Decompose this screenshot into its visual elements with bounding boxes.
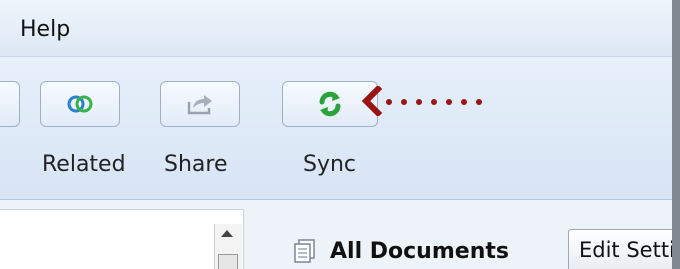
- app-window: Help Related Share Sync All Documents Ed…: [0, 0, 680, 269]
- scroll-up-arrow-icon[interactable]: [221, 230, 233, 237]
- related-button[interactable]: [40, 81, 120, 127]
- annotation-dot: [401, 99, 407, 105]
- annotation-dot: [431, 99, 437, 105]
- share-arrow-icon: [187, 95, 212, 115]
- scroll-thumb[interactable]: [218, 254, 238, 269]
- annotation-dot: [416, 99, 422, 105]
- sync-label: Sync: [303, 152, 357, 177]
- menu-bar: Help: [0, 0, 680, 57]
- menu-help[interactable]: Help: [20, 16, 70, 44]
- annotation-dot: [476, 99, 482, 105]
- annotation-dot: [386, 99, 392, 105]
- annotation-dot: [461, 99, 467, 105]
- share-button[interactable]: [160, 81, 240, 127]
- toolbar-button-partial[interactable]: [0, 81, 20, 127]
- annotation-dot: [446, 99, 452, 105]
- documents-icon: [294, 239, 315, 263]
- sync-icon: [319, 91, 341, 117]
- sidebar-panel: [0, 209, 244, 269]
- annotation-arrowhead-icon: [361, 86, 383, 116]
- collection-title: All Documents: [330, 239, 509, 264]
- share-label: Share: [164, 152, 228, 177]
- window-edge: [672, 0, 680, 269]
- sidebar-scrollbar[interactable]: [214, 224, 242, 269]
- edit-settings-button[interactable]: Edit Setti: [568, 229, 680, 269]
- related-rings-icon: [67, 95, 93, 113]
- related-label: Related: [42, 152, 126, 177]
- toolbar: Related Share Sync: [0, 57, 680, 200]
